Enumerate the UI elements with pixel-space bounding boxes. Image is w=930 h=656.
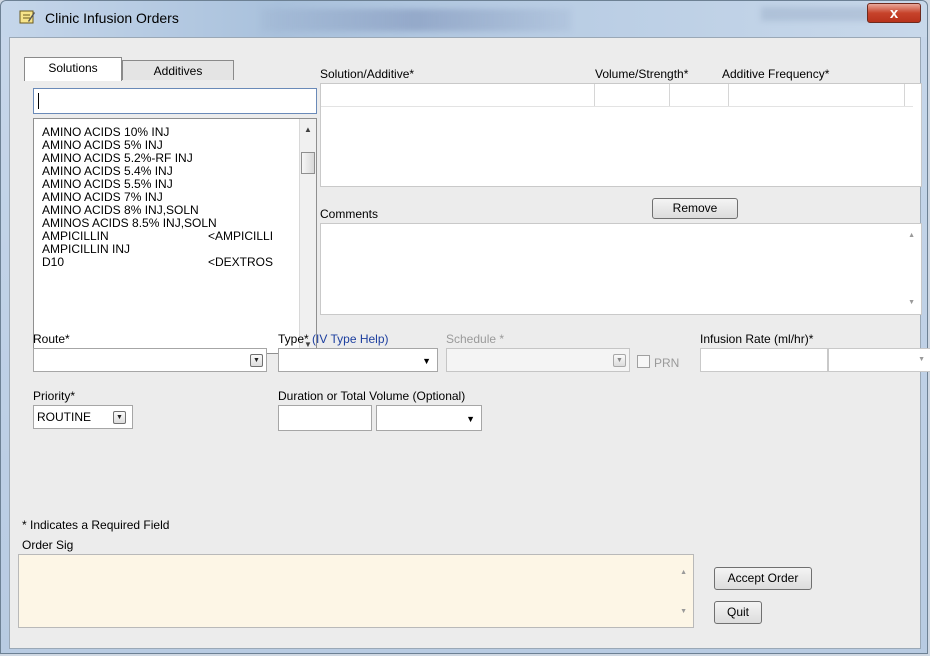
list-item-tag: <AMPICILLI [208,229,274,243]
blurred-title-region-2 [761,7,871,21]
scroll-thumb[interactable] [301,152,315,174]
quit-button[interactable]: Quit [714,601,762,624]
grid-cell-solution[interactable] [321,84,595,106]
scroll-up-arrow-icon[interactable]: ▲ [304,125,312,134]
list-item-tag: <DEXTROS [208,255,274,269]
list-item-name: AMINO ACIDS 7% INJ [42,190,163,204]
order-sig-textarea[interactable]: ▲ ▼ [18,554,694,628]
duration-input[interactable] [278,405,372,431]
priority-dropdown-icon[interactable]: ▼ [113,411,126,424]
grid-cell-volume[interactable] [595,84,670,106]
type-select[interactable]: ▼ [278,348,438,372]
comments-scroll-down-icon[interactable]: ▼ [908,299,915,306]
col-solution-header: Solution/Additive* [320,67,415,81]
list-item-name: AMINO ACIDS 8% INJ,SOLN [42,203,199,217]
title-bar[interactable]: Clinic Infusion Orders x [1,1,927,37]
dialog-window: Clinic Infusion Orders x Solutions Addit… [0,0,930,654]
type-label: Type* (IV Type Help) [278,332,389,346]
infusion-unit-dropdown-icon[interactable]: ▼ [918,356,925,363]
list-item[interactable]: D10 <DEXTROS [42,255,273,269]
route-label: Route* [33,332,70,346]
solution-additive-grid[interactable] [320,83,922,187]
remove-button[interactable]: Remove [652,198,738,219]
order-sig-label: Order Sig [22,538,74,552]
infusion-rate-label: Infusion Rate (ml/hr)* [700,332,814,346]
list-item-name: AMINO ACIDS 5% INJ [42,138,163,152]
comments-scroll-up-icon[interactable]: ▲ [908,232,915,239]
list-item-name: AMPICILLIN [42,229,109,243]
text-cursor [38,93,39,109]
list-scrollbar[interactable]: ▲ ▼ [299,119,316,353]
list-item-name: AMINO ACIDS 10% INJ [42,125,170,139]
required-field-note: * Indicates a Required Field [22,518,170,532]
grid-cell-frequency[interactable] [729,84,905,106]
blurred-title-region [261,9,571,31]
accept-order-button[interactable]: Accept Order [714,567,812,590]
infusion-rate-unit-select[interactable]: ▼ [828,348,930,372]
prn-checkbox[interactable] [637,355,650,368]
priority-value: ROUTINE [37,410,91,424]
priority-select[interactable]: ROUTINE ▼ [33,405,133,429]
order-sig-scroll-down-icon[interactable]: ▼ [680,608,687,615]
col-frequency-header: Additive Frequency* [722,67,830,81]
dialog-body: Solutions Additives AMINO ACIDS 10% INJ … [9,37,930,649]
list-item-name: D10 [42,255,65,269]
tab-solutions[interactable]: Solutions [24,57,122,81]
order-sig-scroll-up-icon[interactable]: ▲ [680,569,687,576]
schedule-label: Schedule * [446,332,505,346]
infusion-rate-input[interactable] [700,348,828,372]
grid-cell-unit[interactable] [670,84,729,106]
close-button[interactable]: x [867,3,921,23]
tab-additives[interactable]: Additives [122,60,234,80]
tab-additives-label: Additives [153,64,203,78]
duration-unit-select[interactable]: ▼ [376,405,482,431]
grid-row[interactable] [321,84,913,107]
iv-type-help-link[interactable]: (IV Type Help) [312,332,388,346]
list-item-name: AMINO ACIDS 5.5% INJ [42,177,173,191]
schedule-dropdown-icon[interactable]: ▼ [613,354,626,367]
type-label-text: Type* [278,332,309,346]
route-select[interactable]: ▼ [33,348,267,372]
notepad-icon [19,10,35,24]
type-dropdown-icon[interactable]: ▼ [422,356,431,366]
tab-solutions-label: Solutions [48,61,98,75]
col-volume-header: Volume/Strength* [595,67,689,81]
list-item-name: AMINO ACIDS 5.2%-RF INJ [42,151,193,165]
route-dropdown-icon[interactable]: ▼ [250,354,263,367]
duration-label: Duration or Total Volume (Optional) [278,389,466,403]
prn-label: PRN [654,356,680,370]
schedule-select[interactable]: ▼ [446,348,630,372]
duration-unit-dropdown-icon[interactable]: ▼ [466,414,475,424]
priority-label: Priority* [33,389,76,403]
list-item-name: AMPICILLIN INJ [42,242,131,256]
comments-textarea[interactable]: ▲ ▼ [320,223,922,315]
list-item-name: AMINO ACIDS 5.4% INJ [42,164,173,178]
window-title: Clinic Infusion Orders [45,10,179,26]
solution-search-input[interactable] [33,88,317,114]
solutions-listbox[interactable]: AMINO ACIDS 10% INJ AMINO ACIDS 5% INJ A… [33,118,317,354]
list-item-name: AMINOS ACIDS 8.5% INJ,SOLN [42,216,217,230]
comments-label: Comments [320,207,379,221]
